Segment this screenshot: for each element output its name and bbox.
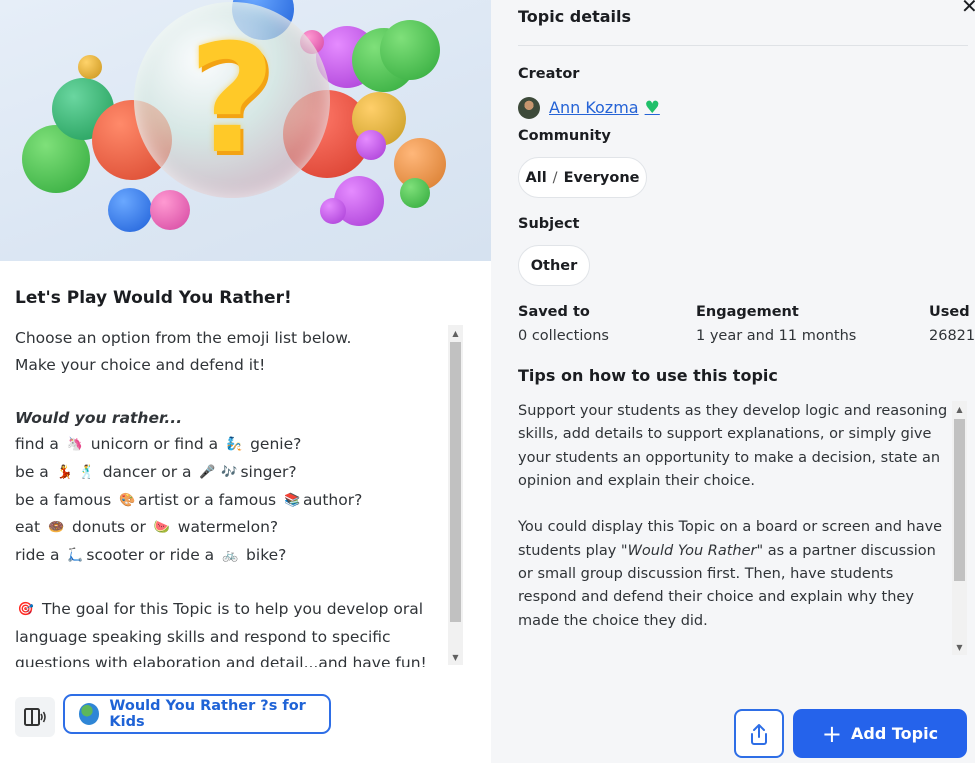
tips-heading: Tips on how to use this topic <box>518 366 778 385</box>
topic-preview-panel: ? Let's Play Would You Rather! Choose an… <box>0 0 491 763</box>
subject-label: Subject <box>518 216 580 232</box>
description-line: language speaking skills and respond to … <box>15 627 391 646</box>
question-row: be a famous 🎨 artist or a famous 📚 author? <box>15 487 447 515</box>
music-notes-icon: 🎶 <box>221 464 238 480</box>
scroll-up-arrow-icon[interactable]: ▲ <box>448 325 463 341</box>
saved-to-label: Saved to <box>518 304 590 320</box>
question-mark-icon: ? <box>188 13 276 187</box>
community-label: Community <box>518 128 611 144</box>
creator-label: Creator <box>518 66 580 82</box>
topic-cover-image: ? <box>0 0 491 261</box>
close-icon[interactable]: ✕ <box>961 0 975 16</box>
description-line: The goal for this Topic is to help you d… <box>41 599 424 618</box>
heart-icon: ♥ <box>644 98 660 118</box>
immersive-reader-button[interactable] <box>15 697 55 737</box>
used-label: Used <box>929 304 970 320</box>
scroll-down-arrow-icon[interactable]: ▼ <box>448 649 463 665</box>
creator-row: Ann Kozma ♥ <box>518 97 660 119</box>
dancer-man-icon: 🕺 <box>78 464 95 480</box>
share-icon <box>751 723 767 745</box>
question-row: be a 💃 🕺 dancer or a 🎤 🎶 singer? <box>15 459 447 487</box>
divider <box>518 45 968 46</box>
group-link-button[interactable]: Would You Rather ?s for Kids <box>63 694 331 734</box>
topic-title: Let's Play Would You Rather! <box>15 288 292 308</box>
community-pill[interactable]: All / Everyone <box>518 157 647 198</box>
subject-pill[interactable]: Other <box>518 245 590 286</box>
bike-icon: 🚲 <box>222 547 239 563</box>
engagement-label: Engagement <box>696 304 799 320</box>
immersive-reader-icon <box>24 708 46 726</box>
add-topic-label: Add Topic <box>851 724 939 743</box>
avatar[interactable] <box>518 97 540 119</box>
scrollbar-thumb[interactable] <box>450 342 461 622</box>
unicorn-icon: 🦄 <box>66 437 83 453</box>
topic-description: Choose an option from the emoji list bel… <box>15 325 447 667</box>
donut-icon: 🍩 <box>47 520 65 536</box>
engagement-value: 1 year and 11 months <box>696 328 857 344</box>
genie-icon: 🧞 <box>226 437 243 453</box>
question-row: ride a 🛴 scooter or ride a 🚲 bike? <box>15 542 447 570</box>
creator-link[interactable]: Ann Kozma ♥ <box>549 98 660 118</box>
microphone-icon: 🎤 <box>199 464 216 480</box>
question-row: eat 🍩 donuts or 🍉 watermelon? <box>15 514 447 542</box>
tips-paragraph: Support your students as they develop lo… <box>518 403 948 489</box>
saved-to-value: 0 collections <box>518 328 609 344</box>
group-link-label: Would You Rather ?s for Kids <box>109 698 306 730</box>
books-icon: 📚 <box>283 492 301 508</box>
scroll-up-arrow-icon[interactable]: ▲ <box>952 401 967 417</box>
palette-icon: 🎨 <box>119 492 136 508</box>
description-line: questions with elaboration and detail...… <box>15 654 427 667</box>
description-line: Make your choice and defend it! <box>15 355 266 374</box>
target-icon: 🎯 <box>17 601 35 617</box>
add-topic-button[interactable]: + Add Topic <box>793 709 967 758</box>
tips-paragraph: You could display this Topic on a board … <box>518 519 943 629</box>
scroll-down-arrow-icon[interactable]: ▼ <box>952 639 967 655</box>
bubble-graphic: ? <box>134 2 330 198</box>
share-button[interactable] <box>734 709 784 758</box>
used-value: 26821 <box>929 328 975 344</box>
description-scrollbar[interactable]: ▲ ▼ <box>448 325 463 665</box>
scooter-icon: 🛴 <box>67 547 84 563</box>
dancer-icon: 💃 <box>56 464 73 480</box>
watermelon-icon: 🍉 <box>153 520 170 536</box>
panel-title: Topic details <box>518 7 632 26</box>
scrollbar-thumb[interactable] <box>954 419 965 581</box>
globe-icon <box>79 703 100 725</box>
question-row: find a 🦄 unicorn or find a 🧞 genie? <box>15 431 447 459</box>
description-prompt: Would you rather... <box>15 408 183 427</box>
tips-scrollbar[interactable]: ▲ ▼ <box>952 401 967 655</box>
topic-details-panel: ✕ Topic details Creator Ann Kozma ♥ Commu… <box>491 0 975 763</box>
description-line: Choose an option from the emoji list bel… <box>15 329 352 347</box>
plus-icon: + <box>821 719 843 748</box>
tips-text: Support your students as they develop lo… <box>518 400 952 657</box>
